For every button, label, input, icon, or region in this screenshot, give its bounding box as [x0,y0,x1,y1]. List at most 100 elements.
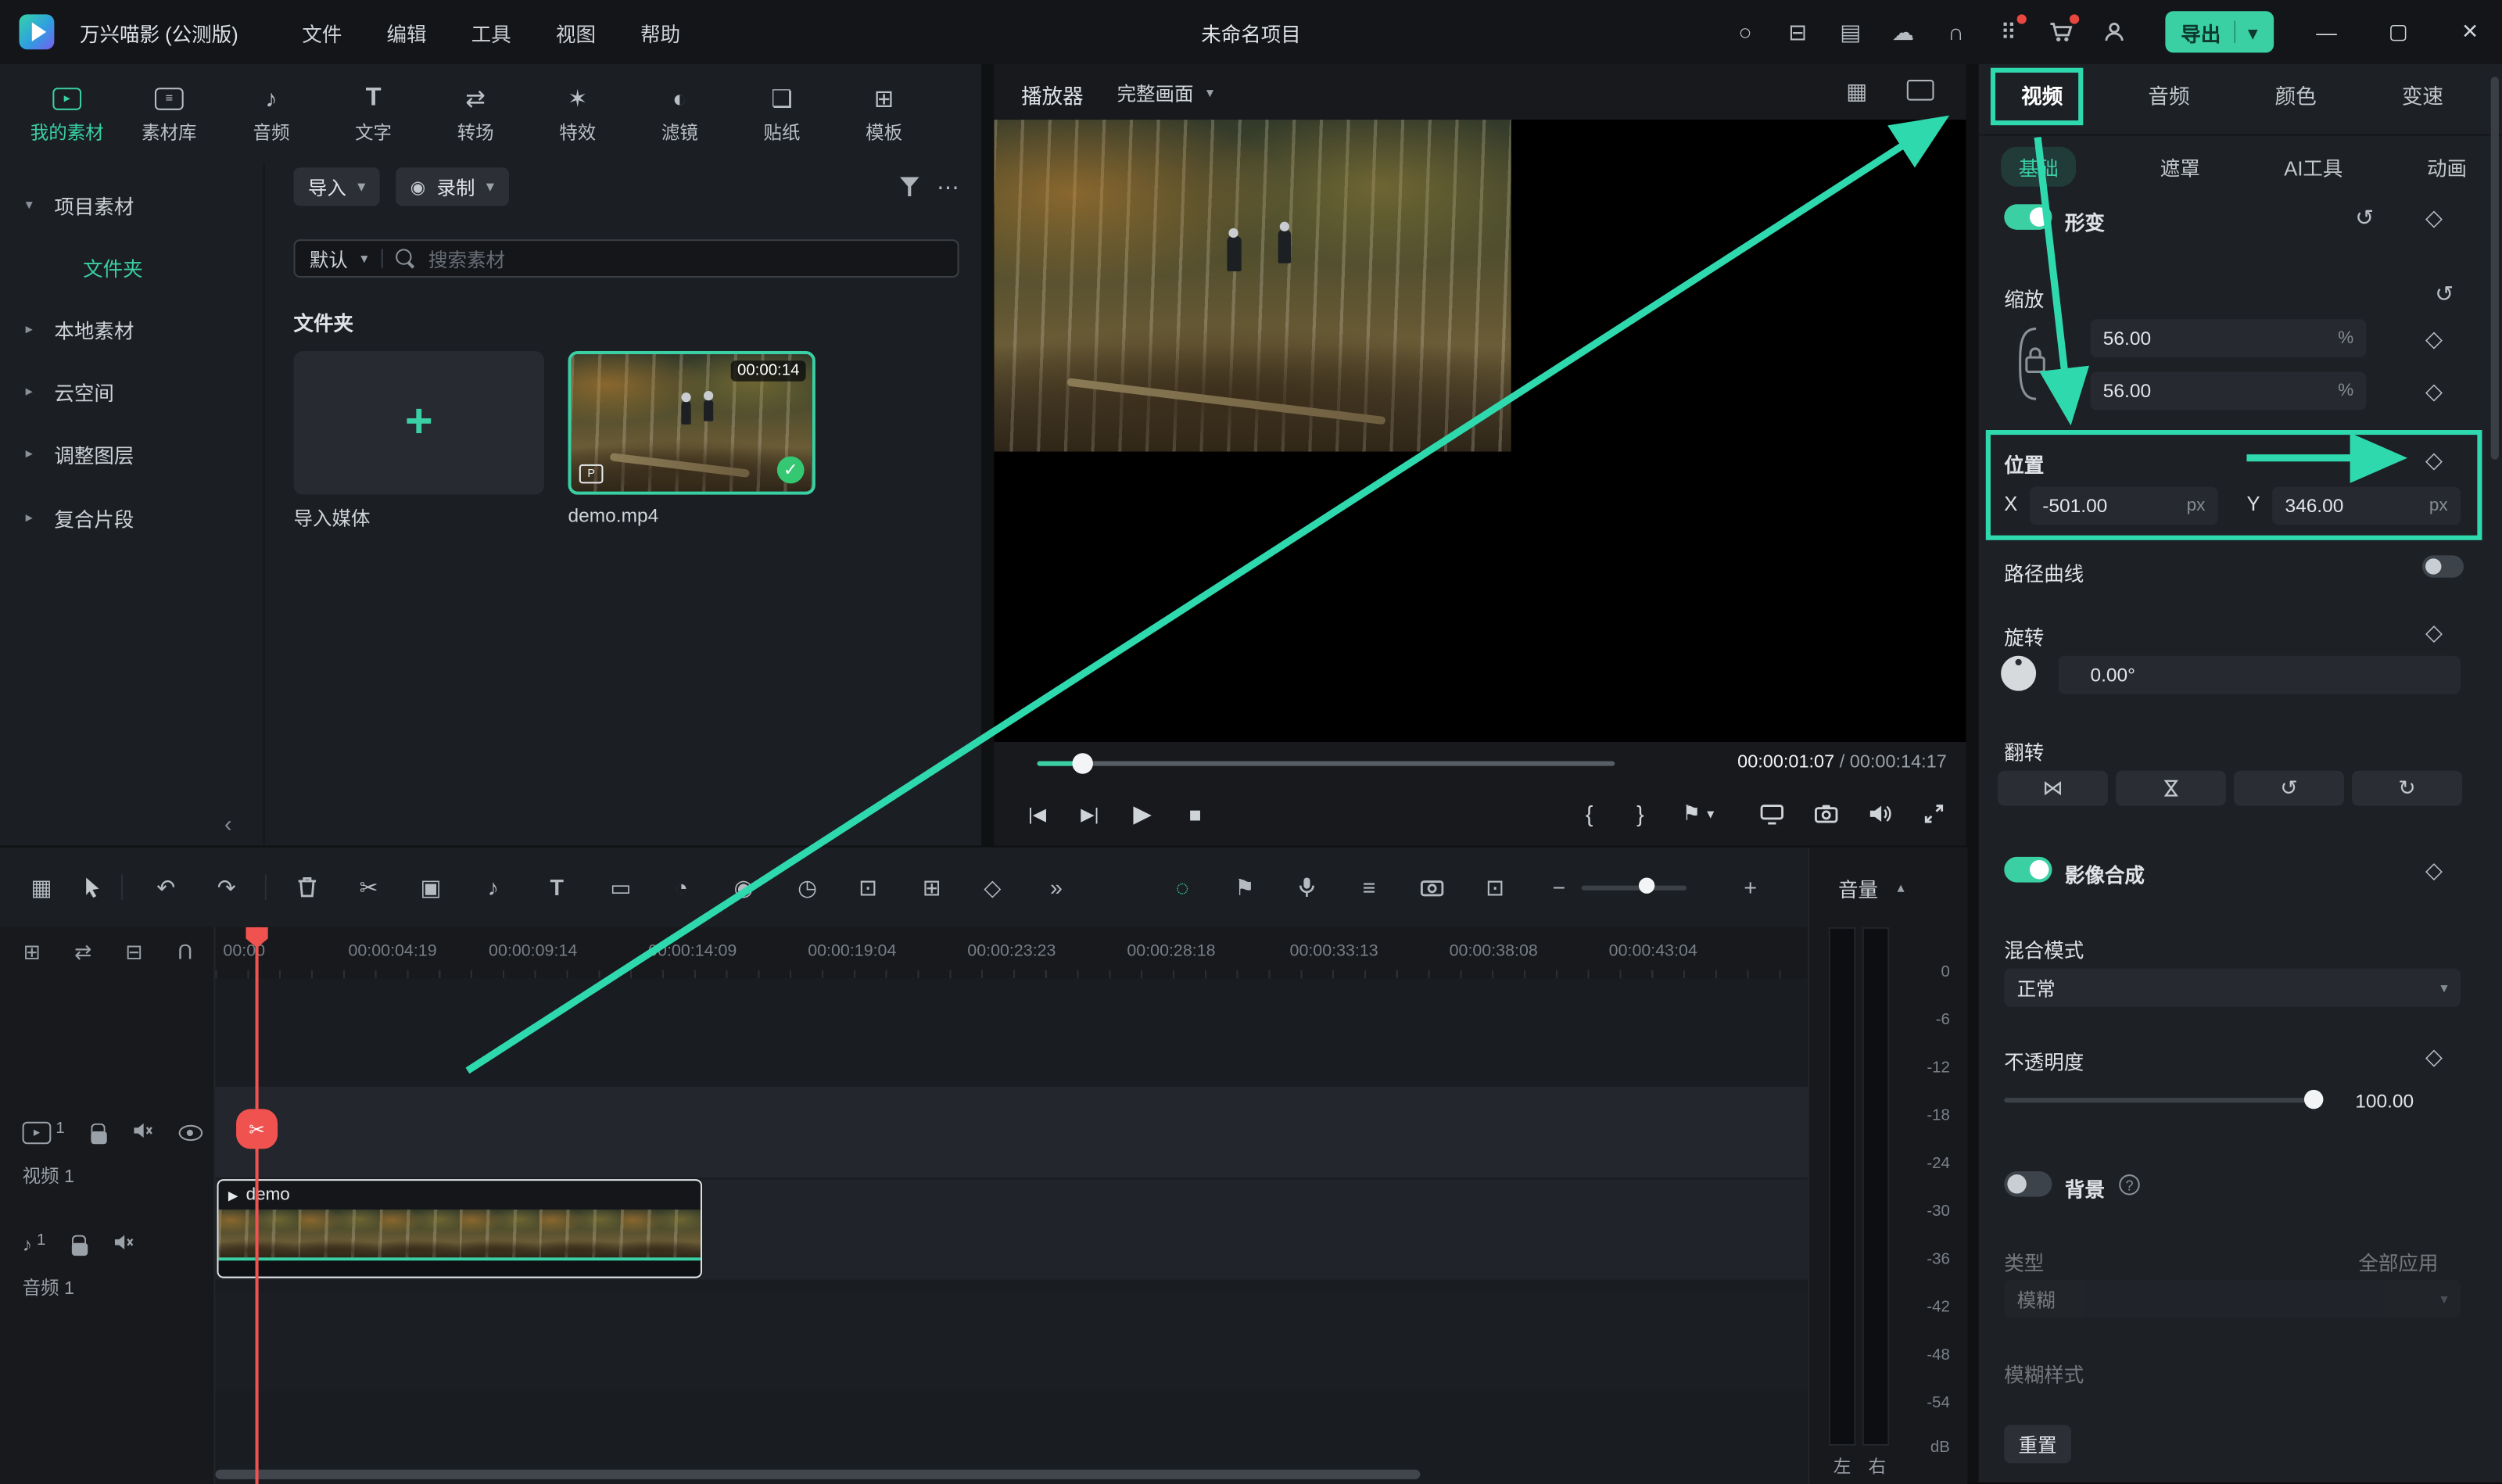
mark-in-icon[interactable]: { [1568,794,1610,833]
cloud-icon[interactable]: ☁ [1889,17,1918,46]
marker-flag-icon[interactable]: ⚑ [1225,868,1264,906]
text-tool-icon[interactable]: T [538,868,576,906]
minimize-button[interactable]: — [2307,20,2346,45]
search-bar[interactable]: 默认 ▾ 搜索素材 [294,239,959,278]
apply-all-button[interactable]: 全部应用 [2358,1246,2438,1277]
mask-icon[interactable]: ▭ [601,868,640,906]
maximize-button[interactable]: ▢ [2379,19,2418,45]
keyframe-tool-icon[interactable]: ◇ [973,868,1012,906]
save-icon[interactable]: ▤ [1836,17,1865,46]
compositing-keyframe-icon[interactable]: ◇ [2425,858,2443,881]
mute-icon[interactable] [131,1122,152,1145]
background-toggle[interactable] [2004,1171,2052,1197]
tab-stickers[interactable]: ❏ 贴纸 [731,73,833,156]
subtab-ai-tools[interactable]: AI工具 [2284,152,2342,182]
tab-color[interactable]: 颜色 [2232,80,2359,110]
transform-toggle[interactable] [2004,204,2052,230]
account-icon[interactable] [2099,17,2128,46]
subtab-basic[interactable]: 基础 [2001,147,2076,187]
snapshot-icon[interactable] [1805,794,1846,833]
menu-view[interactable]: 视图 [547,10,606,53]
tab-templates[interactable]: ⊞ 模板 [833,73,935,156]
zoom-in-icon[interactable]: + [1731,868,1769,906]
previous-frame-button[interactable]: |◀ [1016,794,1058,833]
more-tools-icon[interactable]: » [1038,868,1076,906]
tab-text[interactable]: T 文字 [322,73,425,156]
export-frame-icon[interactable]: ⊡ [1476,868,1514,906]
zoom-out-icon[interactable]: − [1540,868,1578,906]
add-track-icon[interactable]: ⊞ [19,940,45,966]
rotate-keyframe-icon[interactable]: ◇ [2425,621,2443,643]
scale-y-keyframe-icon[interactable]: ◇ [2425,380,2443,403]
opacity-value-field[interactable]: 100.00 [2342,1082,2461,1120]
subtab-mask[interactable]: 遮罩 [2160,152,2200,182]
timeline-track-area[interactable]: 00:00 00:00:04:19 00:00:09:14 00:00:14:0… [216,927,1808,1484]
sidebar-item-project-media[interactable]: ▾ 项目素材 [0,187,263,222]
view-mode-select[interactable]: 完整画面 ▾ [1117,80,1214,107]
tab-filters[interactable]: ◐ 滤镜 [629,73,731,156]
sidebar-item-adjustment-layer[interactable]: ▸ 调整图层 [0,436,263,471]
position-y-field[interactable]: 346.00 px [2272,486,2461,525]
menu-tools[interactable]: 工具 [461,10,521,53]
import-button[interactable]: 导入 ▾ [294,167,380,206]
marker-caret-icon[interactable]: ▾ [1701,794,1720,833]
auto-fit-icon[interactable]: ⊡ [849,868,887,906]
chroma-key-icon[interactable]: ◉ [725,868,763,906]
apps-icon[interactable]: ⠿ [1994,17,2023,46]
tab-speed[interactable]: 变速 [2359,80,2486,110]
snap-magnet-icon[interactable]: U [172,940,198,966]
zoom-slider-knob[interactable] [1639,877,1654,893]
timeline-ruler[interactable]: 00:00 00:00:04:19 00:00:09:14 00:00:14:0… [216,927,1808,978]
position-keyframe-icon[interactable]: ◇ [2425,448,2443,471]
chevron-down-icon[interactable]: ▾ [26,195,40,213]
export-button[interactable]: 导出 ▾ [2165,11,2274,52]
menu-edit[interactable]: 编辑 [377,10,436,53]
timeline-horizontal-scrollbar[interactable] [216,1470,1421,1479]
support-icon[interactable]: ∩ [1941,17,1970,46]
sidebar-item-cloud[interactable]: ▸ 云空间 [0,374,263,409]
filter-icon[interactable] [898,175,921,198]
chevron-right-icon[interactable]: ▸ [26,508,40,525]
progress-knob[interactable] [1072,753,1093,774]
transform-reset-icon[interactable]: ↺ [2355,206,2374,228]
crop-icon[interactable]: ▣ [412,868,450,906]
next-frame-button[interactable]: ▶| [1069,794,1110,833]
stop-button[interactable]: ■ [1174,794,1216,833]
audio-track-lane[interactable] [216,1291,1808,1392]
collapse-tracks-icon[interactable]: ⊟ [121,940,147,966]
delete-icon[interactable] [287,868,325,906]
scale-link-icon[interactable] [2007,316,2049,417]
video-frame[interactable] [994,120,1511,451]
opacity-keyframe-icon[interactable]: ◇ [2425,1045,2443,1068]
undo-icon[interactable]: ↶ [147,868,185,906]
timeline-clip-demo[interactable]: ▶ demo [217,1179,702,1278]
image-preview-icon[interactable] [1907,80,1934,101]
bg-type-select[interactable]: 模糊 ▾ [2004,1280,2461,1318]
sidebar-item-compound-clip[interactable]: ▸ 复合片段 [0,500,263,535]
fullscreen-icon[interactable] [1913,794,1955,833]
video-viewport[interactable] [994,120,1966,742]
progress-track[interactable] [1038,761,1615,765]
voiceover-icon[interactable] [1288,868,1326,906]
import-media-tile[interactable]: + [294,351,544,495]
tab-audio-props[interactable]: 音频 [2106,80,2232,110]
path-curve-toggle[interactable] [2422,555,2464,578]
redo-icon[interactable]: ↷ [207,868,246,906]
split-icon[interactable]: ✂ [349,868,388,906]
lock-icon[interactable] [71,1242,87,1255]
split-screen-icon[interactable]: ▦ [1846,80,1867,102]
sidebar-item-local-media[interactable]: ▸ 本地素材 [0,311,263,346]
tab-effects[interactable]: ✶ 特效 [526,73,629,156]
flip-horizontal-button[interactable]: ⋈ [1998,771,2108,806]
chevron-right-icon[interactable]: ▸ [26,444,40,461]
chevron-right-icon[interactable]: ▸ [26,320,40,337]
export-caret-icon[interactable]: ▾ [2248,20,2258,45]
status-circle-icon[interactable]: ○ [1731,17,1760,46]
scale-x-field[interactable]: 56.00 % [2090,319,2366,357]
group-icon[interactable]: ⊞ [912,868,951,906]
play-button[interactable]: ▶ [1122,794,1163,833]
opacity-slider-knob[interactable] [2304,1090,2323,1109]
visibility-eye-icon[interactable] [178,1125,203,1141]
subtitle-icon[interactable]: ≡ [1350,868,1389,906]
playhead[interactable] [256,927,259,1484]
